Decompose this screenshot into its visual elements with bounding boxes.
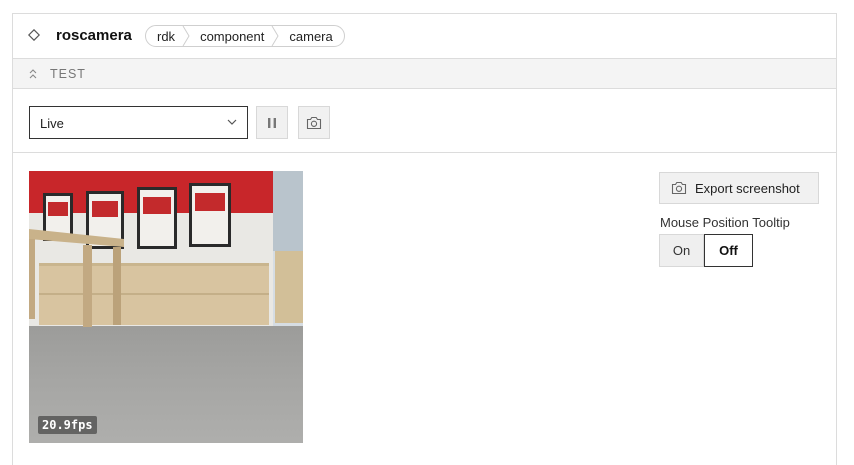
chevron-down-icon	[227, 119, 237, 125]
breadcrumb-label: component	[200, 28, 265, 44]
component-title: roscamera	[56, 27, 132, 44]
toggle-on-option[interactable]: On	[659, 234, 704, 267]
camera-icon	[306, 116, 322, 129]
mouse-position-tooltip-label: Mouse Position Tooltip	[660, 215, 790, 230]
test-section-header[interactable]: TEST	[13, 58, 836, 89]
breadcrumb-item-camera: camera	[271, 26, 343, 46]
export-screenshot-button[interactable]: Export screenshot	[659, 172, 819, 204]
export-screenshot-label: Export screenshot	[695, 180, 800, 196]
breadcrumb-item-component: component	[182, 26, 275, 46]
camera-card: roscamera rdk component camera TEST Live…	[12, 13, 837, 465]
pause-icon	[268, 117, 276, 128]
section-title: TEST	[50, 67, 86, 81]
fps-badge: 20.9fps	[38, 416, 97, 434]
toggle-off-option[interactable]: Off	[704, 234, 753, 267]
stream-mode-value: Live	[40, 116, 64, 131]
stream-controls: Live	[13, 89, 836, 153]
breadcrumb-separator	[271, 26, 279, 46]
breadcrumb-item-rdk: rdk	[157, 28, 176, 44]
card-header: roscamera rdk component camera	[13, 14, 836, 58]
camera-frame-image	[29, 171, 303, 443]
snapshot-button[interactable]	[298, 106, 330, 139]
stream-mode-select[interactable]: Live	[29, 106, 248, 139]
breadcrumb: rdk component camera	[145, 25, 345, 47]
collapse-icon[interactable]	[28, 68, 38, 80]
breadcrumb-separator	[182, 26, 190, 46]
camera-stream-view[interactable]: 20.9fps	[29, 171, 303, 443]
diamond-icon	[28, 29, 40, 41]
breadcrumb-label: camera	[289, 28, 333, 44]
pause-button[interactable]	[256, 106, 288, 139]
camera-icon	[671, 181, 687, 195]
mouse-position-tooltip-toggle: On Off	[659, 234, 753, 267]
